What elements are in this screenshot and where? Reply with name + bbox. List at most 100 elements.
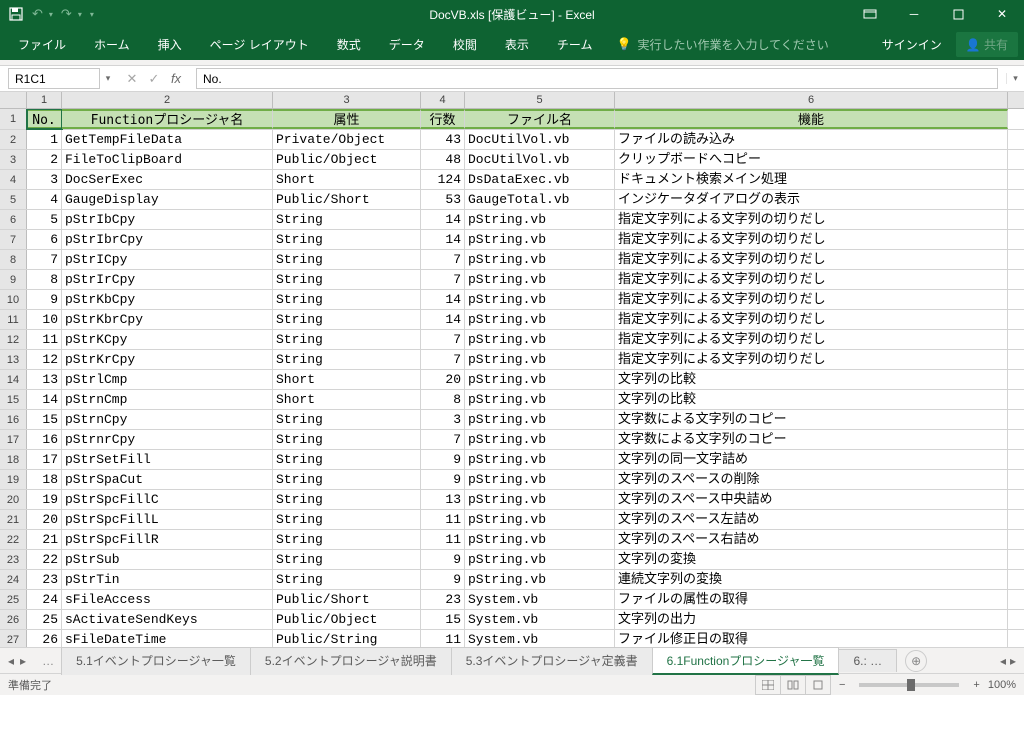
share-button[interactable]: 👤 共有: [956, 32, 1018, 57]
tab-scroll-right[interactable]: ▸: [1010, 654, 1016, 668]
cell[interactable]: pStrSpcFillL: [62, 510, 273, 529]
cell[interactable]: DocSerExec: [62, 170, 273, 189]
cell[interactable]: 9: [421, 550, 465, 569]
sheet-nav-next[interactable]: ▸: [20, 654, 26, 668]
ribbon-tab-6[interactable]: 校閲: [441, 30, 489, 59]
cell[interactable]: pStrSub: [62, 550, 273, 569]
cell[interactable]: pStrIbCpy: [62, 210, 273, 229]
cell[interactable]: pString.vb: [465, 290, 615, 309]
cell[interactable]: String: [273, 270, 421, 289]
column-header-cell[interactable]: 機能: [615, 109, 1008, 129]
cell[interactable]: 指定文字列による文字列の切りだし: [615, 290, 1008, 309]
redo-menu[interactable]: ▾: [78, 10, 82, 19]
cell[interactable]: pString.vb: [465, 530, 615, 549]
cell[interactable]: 指定文字列による文字列の切りだし: [615, 310, 1008, 329]
row-header[interactable]: 12: [0, 330, 27, 349]
row-header[interactable]: 20: [0, 490, 27, 509]
cell[interactable]: System.vb: [465, 630, 615, 647]
row-header[interactable]: 2: [0, 130, 27, 149]
cell[interactable]: 11: [421, 530, 465, 549]
cell[interactable]: String: [273, 230, 421, 249]
col-header[interactable]: 3: [273, 92, 421, 108]
col-header[interactable]: 1: [27, 92, 62, 108]
cell[interactable]: 13: [27, 370, 62, 389]
cell[interactable]: 5: [27, 210, 62, 229]
minimize-button[interactable]: ─: [892, 0, 936, 28]
cell[interactable]: DsDataExec.vb: [465, 170, 615, 189]
cell[interactable]: 11: [27, 330, 62, 349]
row-header[interactable]: 16: [0, 410, 27, 429]
cell[interactable]: pStrSpcFillR: [62, 530, 273, 549]
cell[interactable]: ファイルの属性の取得: [615, 590, 1008, 609]
cell[interactable]: pStrKCpy: [62, 330, 273, 349]
cell[interactable]: 14: [421, 210, 465, 229]
row-header[interactable]: 3: [0, 150, 27, 169]
view-page-layout[interactable]: [780, 675, 806, 695]
row-header[interactable]: 19: [0, 470, 27, 489]
cell[interactable]: 9: [27, 290, 62, 309]
name-box-dropdown[interactable]: ▾: [100, 73, 116, 84]
cell[interactable]: 文字列のスペース中央詰め: [615, 490, 1008, 509]
row-header[interactable]: 21: [0, 510, 27, 529]
view-normal[interactable]: [755, 675, 781, 695]
row-header[interactable]: 11: [0, 310, 27, 329]
cell[interactable]: pString.vb: [465, 230, 615, 249]
row-header[interactable]: 13: [0, 350, 27, 369]
cell[interactable]: 文字列の出力: [615, 610, 1008, 629]
column-header-cell[interactable]: 行数: [421, 109, 465, 129]
cell[interactable]: 24: [27, 590, 62, 609]
cell[interactable]: Public/Object: [273, 150, 421, 169]
cell[interactable]: pStrSpaCut: [62, 470, 273, 489]
cell[interactable]: 14: [421, 290, 465, 309]
cell[interactable]: pString.vb: [465, 470, 615, 489]
cell[interactable]: GaugeTotal.vb: [465, 190, 615, 209]
cell[interactable]: 20: [421, 370, 465, 389]
redo-button[interactable]: ↷: [55, 6, 78, 22]
cell[interactable]: String: [273, 290, 421, 309]
cell[interactable]: 43: [421, 130, 465, 149]
add-sheet-button[interactable]: ⊕: [905, 650, 927, 672]
cell[interactable]: ファイル修正日の取得: [615, 630, 1008, 647]
cell[interactable]: String: [273, 330, 421, 349]
cell[interactable]: 17: [27, 450, 62, 469]
cell[interactable]: 25: [27, 610, 62, 629]
cell[interactable]: sFileDateTime: [62, 630, 273, 647]
cell[interactable]: Private/Object: [273, 130, 421, 149]
ribbon-tab-2[interactable]: 挿入: [146, 30, 194, 59]
sheet-nav-prev[interactable]: ◂: [8, 654, 14, 668]
col-header[interactable]: 5: [465, 92, 615, 108]
cell[interactable]: 11: [421, 510, 465, 529]
cell[interactable]: pString.vb: [465, 370, 615, 389]
cell[interactable]: String: [273, 530, 421, 549]
cell[interactable]: pStrSetFill: [62, 450, 273, 469]
cell[interactable]: 23: [27, 570, 62, 589]
zoom-level[interactable]: 100%: [988, 679, 1016, 691]
cell[interactable]: FileToClipBoard: [62, 150, 273, 169]
cell[interactable]: String: [273, 310, 421, 329]
cell[interactable]: pString.vb: [465, 510, 615, 529]
cell[interactable]: String: [273, 490, 421, 509]
sheet-tab-more[interactable]: 6.: …: [838, 649, 897, 672]
cell[interactable]: pStrKrCpy: [62, 350, 273, 369]
cell[interactable]: 指定文字列による文字列の切りだし: [615, 250, 1008, 269]
cell[interactable]: Public/Short: [273, 190, 421, 209]
cell[interactable]: pStrKbrCpy: [62, 310, 273, 329]
cell[interactable]: pStrTin: [62, 570, 273, 589]
cell[interactable]: 7: [27, 250, 62, 269]
name-box[interactable]: R1C1: [8, 68, 100, 89]
cell[interactable]: 2: [27, 150, 62, 169]
cell[interactable]: String: [273, 550, 421, 569]
cell[interactable]: ドキュメント検索メイン処理: [615, 170, 1008, 189]
cell[interactable]: 指定文字列による文字列の切りだし: [615, 350, 1008, 369]
cell[interactable]: DocUtilVol.vb: [465, 150, 615, 169]
col-header[interactable]: 4: [421, 92, 465, 108]
row-header[interactable]: 6: [0, 210, 27, 229]
formula-expand[interactable]: ▾: [1006, 73, 1024, 84]
tell-me-search[interactable]: 💡実行したい作業を入力してください: [616, 36, 828, 53]
cell[interactable]: 文字数による文字列のコピー: [615, 430, 1008, 449]
signin-link[interactable]: サインイン: [882, 36, 942, 53]
ribbon-tab-3[interactable]: ページ レイアウト: [198, 30, 321, 59]
row-header[interactable]: 1: [0, 109, 27, 129]
cell[interactable]: 文字列のスペースの削除: [615, 470, 1008, 489]
cell[interactable]: 文字列のスペース左詰め: [615, 510, 1008, 529]
